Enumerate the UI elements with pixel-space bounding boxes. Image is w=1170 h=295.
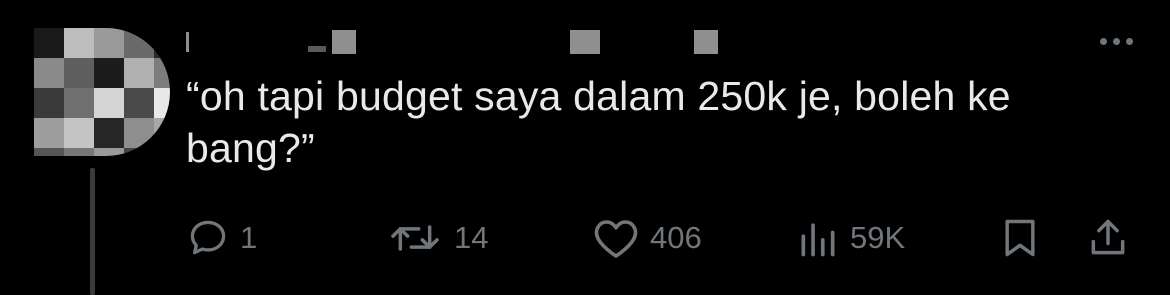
retweet-arrows-icon — [391, 225, 439, 251]
like-count: 406 — [650, 220, 702, 255]
share-upload-icon — [1091, 219, 1125, 255]
bookmark-button[interactable] — [998, 212, 1042, 264]
tweet-card[interactable]: “oh tapi budget saya dalam 250k je, bole… — [0, 0, 1170, 295]
like-button[interactable]: 406 — [592, 212, 702, 264]
thread-line — [90, 168, 95, 295]
share-button[interactable] — [1086, 212, 1130, 264]
tweet-text: “oh tapi budget saya dalam 250k je, bole… — [186, 73, 1011, 171]
view-count: 59K — [850, 220, 906, 255]
author-header[interactable] — [186, 26, 1086, 54]
views-button[interactable]: 59K — [796, 212, 905, 264]
more-horizontal-icon — [1125, 37, 1133, 45]
more-horizontal-icon — [1112, 37, 1120, 45]
reply-bubble-icon — [190, 220, 226, 255]
more-horizontal-icon — [1099, 37, 1107, 45]
censored-block — [332, 30, 356, 54]
censored-block — [570, 30, 600, 54]
retweet-button[interactable]: 14 — [386, 212, 488, 264]
more-options-button[interactable] — [1090, 26, 1142, 56]
reply-count: 1 — [240, 220, 258, 255]
bookmark-icon — [1005, 219, 1035, 257]
reply-button[interactable]: 1 — [186, 212, 257, 264]
action-bar: 1 14 406 59K — [186, 212, 1146, 264]
censored-block — [694, 30, 718, 54]
avatar[interactable] — [34, 28, 170, 156]
retweet-count: 14 — [454, 220, 489, 255]
bar-chart-icon — [801, 223, 835, 257]
censored-block — [308, 46, 326, 52]
heart-icon — [594, 220, 638, 258]
censored-block — [186, 32, 189, 52]
